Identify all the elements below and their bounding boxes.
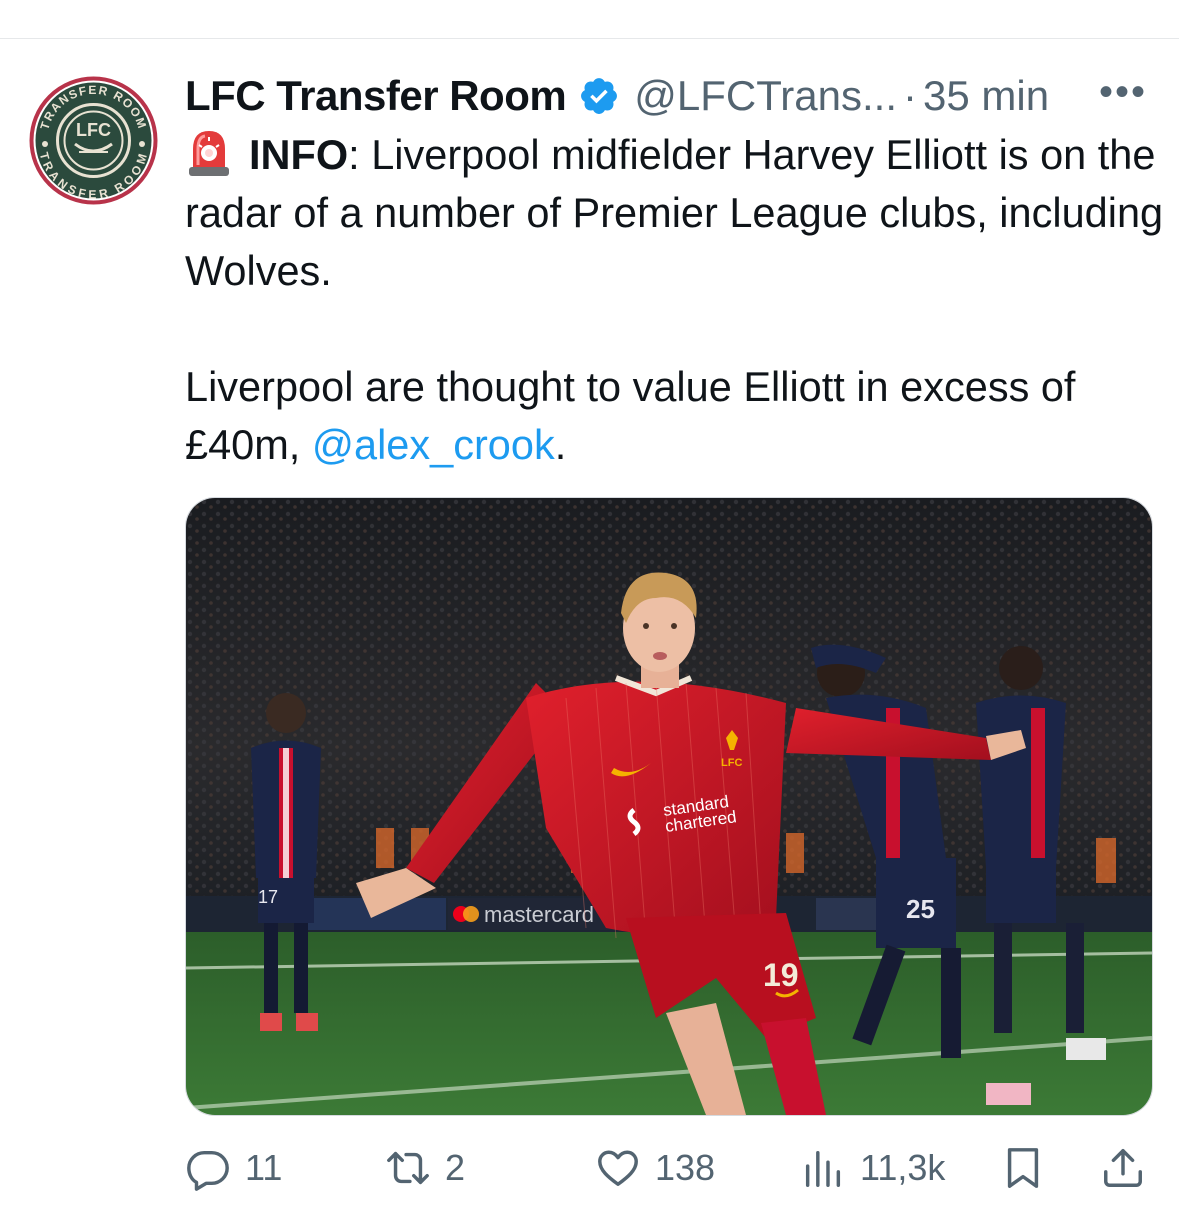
opponent-number-17: 17 xyxy=(258,887,278,907)
views-count: 11,3k xyxy=(860,1147,946,1188)
tweet-header: LFC Transfer Room @LFCTrans... · 35 min … xyxy=(185,68,1155,124)
tweet-para2-end: . xyxy=(554,421,567,468)
shirt-number-19: 19 xyxy=(763,957,799,993)
more-icon[interactable]: ••• xyxy=(1099,72,1147,112)
avatar-logo-icon: TRANSFER ROOM TRANSFER ROOM LFC xyxy=(28,75,159,206)
retweet-button[interactable]: 2 xyxy=(385,1140,465,1196)
info-label: INFO xyxy=(249,131,349,178)
avatar[interactable]: TRANSFER ROOM TRANSFER ROOM LFC xyxy=(27,74,160,207)
like-icon xyxy=(598,1150,638,1187)
opponent-number-25: 25 xyxy=(906,894,935,924)
bookmark-icon xyxy=(1007,1148,1039,1188)
crest-text: LFC xyxy=(721,757,742,769)
football-celebration-image: mastercard 17 25 LFC standard chartered … xyxy=(186,498,1152,1115)
author-handle[interactable]: @LFCTrans... xyxy=(634,72,897,120)
tweet-paragraph-2: Liverpool are thought to value Elliott i… xyxy=(185,358,1165,474)
tweet-paragraph-1: INFO: Liverpool midfielder Harvey Elliot… xyxy=(185,126,1165,300)
mention-link[interactable]: @alex_crook xyxy=(312,421,555,468)
share-button[interactable] xyxy=(1100,1140,1146,1196)
retweet-count: 2 xyxy=(445,1147,466,1188)
top-divider xyxy=(0,38,1179,39)
timestamp[interactable]: 35 min xyxy=(923,72,1049,120)
verified-badge-icon[interactable] xyxy=(578,75,620,117)
author-name[interactable]: LFC Transfer Room xyxy=(185,72,567,120)
like-count: 138 xyxy=(655,1147,716,1188)
action-bar: 11 2 138 11,3k xyxy=(185,1140,1145,1196)
views-icon xyxy=(805,1150,841,1187)
share-icon xyxy=(1104,1149,1142,1187)
board-brand-text: mastercard xyxy=(484,902,594,927)
retweet-icon xyxy=(387,1151,429,1185)
tweet-text: INFO: Liverpool midfielder Harvey Elliot… xyxy=(185,126,1165,474)
views-button[interactable]: 11,3k xyxy=(800,1140,945,1196)
siren-emoji-icon xyxy=(185,127,233,177)
reply-button[interactable]: 11 xyxy=(185,1140,282,1196)
reply-icon xyxy=(187,1150,229,1191)
bookmark-button[interactable] xyxy=(1000,1140,1046,1196)
tweet-image[interactable]: mastercard 17 25 LFC standard chartered … xyxy=(185,497,1153,1116)
separator-dot: · xyxy=(903,72,918,119)
reply-count: 11 xyxy=(245,1147,283,1188)
avatar-monogram: LFC xyxy=(76,120,111,140)
like-button[interactable]: 138 xyxy=(595,1140,715,1196)
